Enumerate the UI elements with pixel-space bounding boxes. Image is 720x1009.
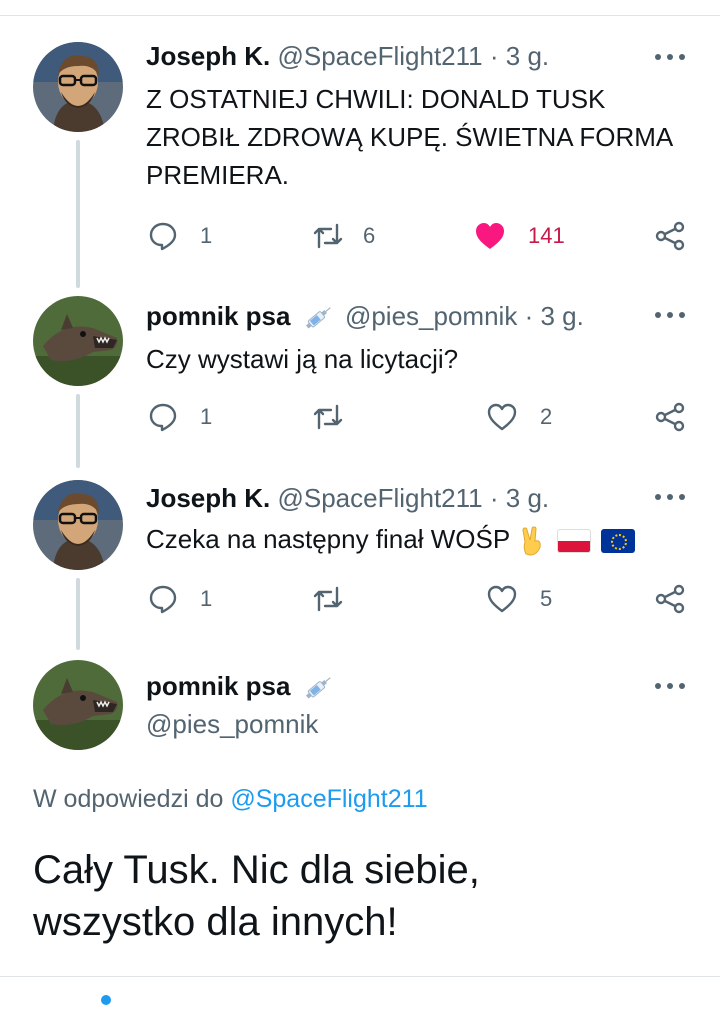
retweet-icon <box>313 404 343 430</box>
separator-dot: · <box>489 41 499 71</box>
tweet-time[interactable]: 3 g. <box>506 483 549 513</box>
like-button[interactable]: 141 <box>474 221 565 251</box>
tweet-header: Joseph K. @SpaceFlight211 · 3 g. <box>146 38 549 74</box>
reply-count: 1 <box>200 404 213 429</box>
share-button[interactable] <box>654 402 686 432</box>
tweet-text: Czy wystawi ją na licytacji? <box>146 340 458 378</box>
share-button[interactable] <box>654 221 686 251</box>
tweet-text-line: Z OSTATNIEJ CHWILI: DONALD TUSK <box>146 84 606 114</box>
like-count: 141 <box>528 223 565 248</box>
reply-button[interactable]: 1 <box>148 221 212 251</box>
author-name[interactable]: Joseph K. <box>146 483 270 513</box>
author-name[interactable]: pomnik psa <box>146 671 290 701</box>
reply-count: 1 <box>200 586 213 611</box>
reply-prefix: W odpowiedzi do <box>33 785 224 813</box>
tweet-time[interactable]: 3 g. <box>506 41 549 71</box>
tweet-text-line: ZROBIŁ ZDROWĄ KUPĘ. ŚWIETNA FORMA <box>146 122 674 152</box>
more-options-icon[interactable] <box>655 681 685 691</box>
reply-icon <box>149 222 177 251</box>
tweet-text-line: Czeka na następny finał WOŚP <box>146 524 510 554</box>
reply-icon <box>149 585 177 614</box>
avatar-joseph[interactable] <box>33 480 123 570</box>
tweet-header: pomnik psa <box>146 668 338 704</box>
reply-button[interactable]: 1 <box>148 402 212 432</box>
share-icon <box>655 584 685 614</box>
like-button[interactable]: 5 <box>486 584 552 614</box>
share-button[interactable] <box>654 584 686 614</box>
separator-dot: · <box>489 483 499 513</box>
syringe-icon <box>305 307 331 329</box>
tweet-2[interactable]: pomnik psa @pies_pomnik · 3 g. Czy wysta… <box>0 296 720 476</box>
author-handle[interactable]: @SpaceFlight211 <box>277 41 482 71</box>
avatar-pomnik[interactable] <box>33 296 123 386</box>
share-icon <box>655 221 685 251</box>
thread-line <box>76 578 80 650</box>
author-name[interactable]: Joseph K. <box>146 41 270 71</box>
handle-line: @pies_pomnik <box>146 706 318 742</box>
victory-hand-icon <box>522 526 541 556</box>
bottom-divider <box>0 976 720 977</box>
retweet-icon <box>313 223 343 249</box>
tweet-text: Z OSTATNIEJ CHWILI: DONALD TUSK ZROBIŁ Z… <box>146 80 673 194</box>
tweet-time[interactable]: 3 g. <box>540 301 583 331</box>
main-tweet-text-line: wszystko dla innych! <box>33 900 398 944</box>
tweet-header: pomnik psa @pies_pomnik · 3 g. <box>146 298 584 334</box>
reply-context: W odpowiedzi do @SpaceFlight211 <box>33 785 428 814</box>
reply-mention-link[interactable]: @SpaceFlight211 <box>230 785 427 813</box>
like-button[interactable]: 2 <box>486 402 552 432</box>
tweet-1[interactable]: Joseph K. @SpaceFlight211 · 3 g. Z OSTAT… <box>0 38 720 288</box>
flag-eu-icon <box>601 529 636 554</box>
main-tweet-text-line: Cały Tusk. Nic dla siebie, <box>33 848 480 892</box>
tweet-text-line: PREMIERA. <box>146 160 290 190</box>
heart-icon <box>487 403 517 431</box>
more-options-icon[interactable] <box>655 52 685 62</box>
reply-button[interactable]: 1 <box>148 584 212 614</box>
reply-icon <box>149 403 177 432</box>
share-icon <box>655 402 685 432</box>
tweet-3[interactable]: Joseph K. @SpaceFlight211 · 3 g. Czeka n… <box>0 478 720 658</box>
syringe-icon <box>305 677 331 699</box>
author-name[interactable]: pomnik psa <box>146 301 290 331</box>
retweet-count: 6 <box>363 223 376 248</box>
author-handle[interactable]: @SpaceFlight211 <box>277 483 482 513</box>
thread-line <box>76 140 80 288</box>
notification-dot <box>101 995 111 1005</box>
author-handle[interactable]: @pies_pomnik <box>345 301 517 331</box>
retweet-button[interactable] <box>311 584 345 614</box>
thread-line <box>76 394 80 468</box>
avatar-pomnik[interactable] <box>33 660 123 750</box>
like-count: 5 <box>540 586 553 611</box>
tweet-header: Joseph K. @SpaceFlight211 · 3 g. <box>146 480 549 516</box>
more-options-icon[interactable] <box>655 310 685 320</box>
retweet-icon <box>313 586 343 612</box>
like-count: 2 <box>540 404 553 429</box>
more-options-icon[interactable] <box>655 492 685 502</box>
avatar-joseph[interactable] <box>33 42 123 132</box>
heart-icon <box>487 585 517 613</box>
separator-dot: · <box>524 301 534 331</box>
flag-poland-icon <box>557 529 592 554</box>
tweet-text: Czeka na następny finał WOŚP <box>146 520 636 558</box>
heart-filled-icon <box>476 223 504 249</box>
author-handle[interactable]: @pies_pomnik <box>146 709 318 739</box>
retweet-button[interactable]: 6 <box>311 221 375 251</box>
reply-count: 1 <box>200 223 213 248</box>
retweet-button[interactable] <box>311 402 345 432</box>
main-tweet-text: Cały Tusk. Nic dla siebie, wszystko dla … <box>33 844 673 948</box>
tweet-text-line: Czy wystawi ją na licytacji? <box>146 344 459 374</box>
top-divider <box>0 15 720 16</box>
